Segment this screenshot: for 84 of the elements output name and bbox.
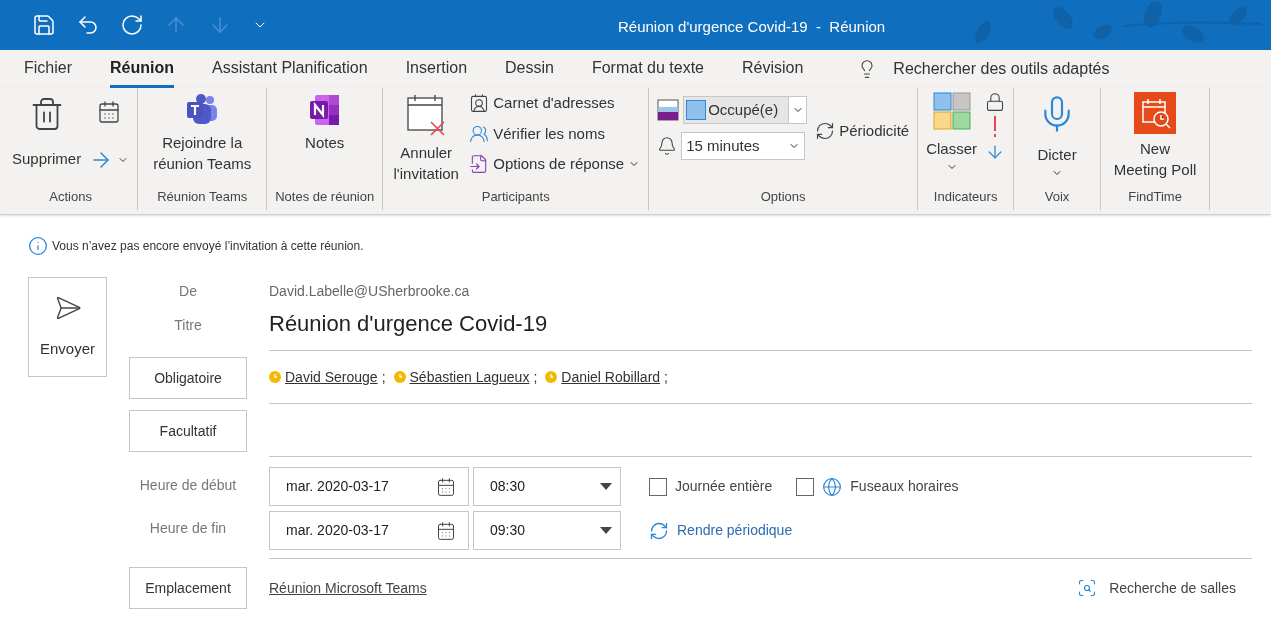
clock-icon (269, 371, 281, 383)
time-dropdown[interactable]: 08:30 (473, 467, 621, 506)
window-title: Réunion d'urgence Covid-19 - Réunion (618, 17, 886, 37)
undo-icon[interactable] (76, 13, 100, 37)
checkbox[interactable] (649, 477, 667, 496)
availability-dropdown[interactable]: Occupé(e) (683, 96, 808, 124)
dropdown-triangle-icon (600, 483, 612, 490)
globe-icon (822, 476, 843, 497)
ribbon-tab[interactable]: Assistant Planification (212, 50, 368, 88)
save-icon[interactable] (32, 13, 56, 37)
field-label: Heure de fin (148, 519, 228, 538)
ribbon-button[interactable]: New Meeting Poll (1109, 92, 1202, 180)
categorize-icon (932, 92, 971, 130)
field-label: Heure de début (138, 476, 238, 495)
attendee-name[interactable]: Daniel Robillard (561, 366, 661, 388)
separator: ; (664, 367, 668, 387)
group-label: FindTime (1127, 187, 1183, 206)
group-label: Indicateurs (932, 187, 999, 206)
group-label: Actions (48, 187, 93, 206)
checkbox-label: Journée entière (675, 477, 773, 496)
send-button[interactable]: Envoyer (28, 277, 107, 377)
group-label: Réunion Teams (156, 187, 249, 206)
bell-icon (657, 136, 678, 156)
recurrence-button[interactable]: Périodicité (815, 120, 910, 143)
calendar-icon[interactable] (97, 100, 122, 124)
checkbox[interactable] (796, 477, 815, 496)
response-options-button[interactable]: Options de réponse (469, 153, 641, 176)
calendar-icon (436, 476, 456, 497)
reminder-dropdown[interactable]: 15 minutes (681, 132, 806, 160)
attendee-name[interactable]: David Serouge (285, 366, 378, 388)
check-names-button[interactable]: Vérifier les noms (469, 122, 641, 145)
high-importance-icon[interactable] (992, 116, 999, 138)
date-field[interactable]: mar. 2020-03-17 (269, 511, 469, 550)
room-search-icon (1077, 578, 1098, 598)
field-label: Titre (173, 316, 203, 335)
group-label: Options (759, 187, 807, 206)
findtime-icon (1134, 92, 1177, 134)
ribbon-button[interactable]: Annuler l'invitation (391, 92, 462, 184)
address-book-button[interactable]: Carnet d'adresses (469, 92, 641, 115)
from-address: David.Labelle@USherbrooke.ca (269, 282, 471, 301)
ribbon-tab[interactable]: Insertion (405, 50, 468, 88)
separator: ; (533, 367, 538, 387)
required-attendees-field[interactable]: David Serouge ; Sébastien Lagueux ; Daniel Robillard ; (269, 351, 1252, 404)
clock-icon (393, 371, 406, 383)
required-button[interactable]: Obligatoire (129, 357, 247, 399)
calendar-icon (436, 520, 456, 541)
lock-icon[interactable] (985, 92, 1006, 112)
recurrence-icon (649, 520, 669, 541)
delete-button[interactable]: Supprimer (12, 148, 82, 171)
group-label: Voix (1043, 187, 1071, 206)
optional-button[interactable]: Facultatif (129, 410, 247, 452)
ribbon-tab[interactable]: Dessin (505, 50, 554, 88)
tell-me-search[interactable]: Rechercher des outils adaptés (893, 57, 1110, 81)
dictate-button[interactable]: Dicter (1037, 144, 1077, 179)
contact-card-icon (469, 93, 490, 114)
recurrence-icon (815, 121, 836, 142)
checkbox-label: Fuseaux horaires (850, 477, 959, 496)
location-button[interactable]: Emplacement (129, 567, 247, 609)
attendee-name[interactable]: Sébastien Lagueux (409, 366, 530, 388)
categorize-button[interactable]: Classer (926, 138, 978, 173)
ribbon-tab[interactable]: Format du texte (591, 50, 704, 88)
info-message: Vous n’avez pas encore envoyé l’invitation à cette réunion. (52, 238, 364, 255)
redo-icon[interactable] (120, 13, 144, 37)
cancel-calendar-icon (405, 92, 448, 138)
room-finder-button[interactable]: Recherche de salles (1077, 577, 1236, 599)
time-dropdown[interactable]: 09:30 (473, 511, 621, 550)
group-label: Participants (480, 187, 551, 206)
info-icon (28, 236, 48, 256)
clock-icon (545, 371, 558, 383)
people-icon (469, 123, 490, 144)
show-as-icon (657, 99, 680, 121)
group-label: Notes de réunion (275, 187, 375, 206)
make-recurring-link[interactable]: Rendre périodique (649, 520, 793, 541)
ribbon-tab[interactable]: Fichier (24, 50, 72, 88)
ribbon-button[interactable]: Rejoindre la réunion Teams (146, 92, 259, 174)
subject-field[interactable]: Réunion d'urgence Covid-19 (269, 303, 1252, 351)
ribbon-tab[interactable]: Révision (742, 50, 804, 88)
field-label: De (178, 282, 198, 301)
location-field[interactable]: Réunion Microsoft Teams (269, 577, 427, 599)
date-field[interactable]: mar. 2020-03-17 (269, 467, 469, 506)
dropdown-triangle-icon (600, 527, 612, 534)
ribbon-tab[interactable]: Réunion (110, 50, 174, 88)
ribbon-button[interactable]: Notes (276, 92, 373, 153)
separator: ; (381, 367, 386, 387)
